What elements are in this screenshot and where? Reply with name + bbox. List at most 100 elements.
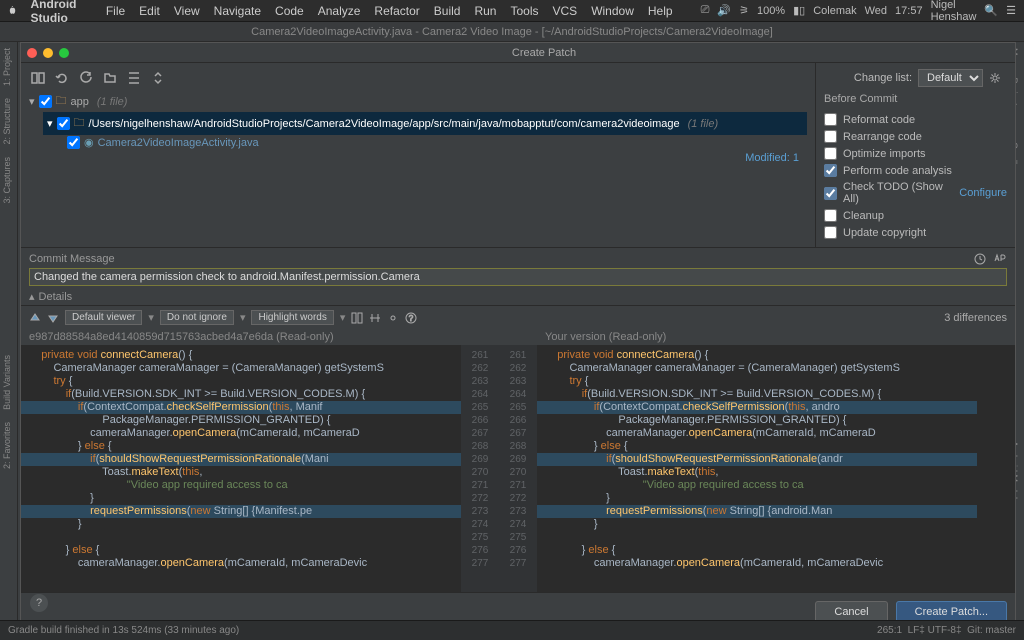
tree-path[interactable]: ▾ 🗀 /Users/nigelhenshaw/AndroidStudioPro…	[43, 112, 807, 135]
menu-window[interactable]: Window	[591, 4, 634, 18]
rail-favorites[interactable]: 2: Favorites	[0, 416, 14, 475]
change-list-select[interactable]: Default	[918, 69, 983, 87]
menu-analyze[interactable]: Analyze	[318, 4, 361, 18]
opt-analysis-label: Perform code analysis	[843, 165, 952, 177]
tree-root[interactable]: ▾ 🗀 app (1 file)	[29, 91, 807, 112]
tree-file[interactable]: ◉ Camera2VideoImageActivity.java	[67, 135, 807, 150]
menu-tools[interactable]: Tools	[510, 4, 538, 18]
keyboard-layout: Colemak	[813, 5, 856, 17]
code-line: if(Build.VERSION.SDK_INT >= Build.VERSIO…	[21, 388, 461, 401]
rail-captures[interactable]: 3: Captures	[0, 151, 14, 210]
diff-count: 3 differences	[944, 312, 1007, 324]
viewer-select[interactable]: Default viewer	[65, 310, 142, 325]
expand-icon[interactable]	[127, 71, 141, 85]
code-line: }	[537, 492, 977, 505]
code-line: cameraManager.openCamera(mCameraId, mCam…	[21, 427, 461, 440]
menu-run[interactable]: Run	[474, 4, 496, 18]
volume-icon: 🔊	[717, 4, 731, 17]
maximize-icon[interactable]	[59, 48, 69, 58]
code-line: if(shouldShowRequestPermissionRationale(…	[21, 453, 461, 466]
spellcheck-icon[interactable]	[993, 252, 1007, 266]
line-number: 277277	[461, 557, 537, 570]
line-number: 263263	[461, 375, 537, 388]
rail-build-variants[interactable]: Build Variants	[0, 349, 14, 416]
history-icon[interactable]	[973, 252, 987, 266]
help-button[interactable]: ?	[30, 594, 48, 612]
wifi-icon: ⚞	[739, 4, 749, 17]
opt-cleanup-checkbox[interactable]	[824, 209, 837, 222]
opt-analysis-checkbox[interactable]	[824, 164, 837, 177]
diff-viewer[interactable]: private void connectCamera() { CameraMan…	[21, 345, 1015, 592]
opt-todo-label: Check TODO (Show All)	[843, 181, 953, 205]
code-line: PackageManager.PERMISSION_GRANTED) {	[537, 414, 977, 427]
refresh-icon[interactable]	[79, 71, 93, 85]
opt-todo-checkbox[interactable]	[824, 187, 837, 200]
diff-left-pane: private void connectCamera() { CameraMan…	[21, 345, 461, 592]
before-commit-header: Before Commit	[824, 93, 1007, 105]
line-number: 262262	[461, 362, 537, 375]
menu-file[interactable]: File	[106, 4, 125, 18]
diff-right-header: Your version (Read-only)	[545, 331, 1007, 343]
menu-view[interactable]: View	[174, 4, 200, 18]
user-name: Nigel Henshaw	[931, 0, 977, 23]
notifications-icon[interactable]: ☰	[1006, 4, 1016, 17]
help-icon[interactable]: ?	[405, 312, 417, 324]
code-line: try {	[21, 375, 461, 388]
next-diff-icon[interactable]	[47, 312, 59, 324]
menu-refactor[interactable]: Refactor	[374, 4, 419, 18]
opt-optimize-checkbox[interactable]	[824, 147, 837, 160]
chevron-down-icon: ▾	[29, 95, 35, 108]
collapse-unchanged-icon[interactable]	[351, 312, 363, 324]
gear-icon[interactable]	[989, 72, 1001, 84]
details-toggle[interactable]: ▴Details	[21, 288, 1015, 305]
tree-root-count: (1 file)	[97, 96, 128, 108]
close-icon[interactable]	[27, 48, 37, 58]
menu-edit[interactable]: Edit	[139, 4, 160, 18]
revert-icon[interactable]	[55, 71, 69, 85]
ignore-select[interactable]: Do not ignore	[160, 310, 234, 325]
show-diff-icon[interactable]	[31, 71, 45, 85]
tree-path-checkbox[interactable]	[57, 117, 70, 130]
prev-diff-icon[interactable]	[29, 312, 41, 324]
code-line: requestPermissions(new String[] {Manifes…	[21, 505, 461, 518]
opt-copyright-checkbox[interactable]	[824, 226, 837, 239]
diff-gutter: 2612612622622632632642642652652662662672…	[461, 345, 537, 592]
opt-rearrange-checkbox[interactable]	[824, 130, 837, 143]
rail-project[interactable]: 1: Project	[0, 42, 14, 92]
diff-right-pane: private void connectCamera() { CameraMan…	[537, 345, 977, 592]
tree-file-checkbox[interactable]	[67, 136, 80, 149]
opt-reformat-label: Reformat code	[843, 114, 915, 126]
git-branch: Git: master	[967, 625, 1016, 636]
menu-navigate[interactable]: Navigate	[214, 4, 261, 18]
menu-vcs[interactable]: VCS	[553, 4, 578, 18]
minimize-icon[interactable]	[43, 48, 53, 58]
create-patch-dialog: Create Patch ▾ 🗀 app (1 file)	[20, 42, 1016, 632]
line-number: 276276	[461, 544, 537, 557]
spotlight-icon[interactable]: 🔍	[984, 4, 998, 17]
menu-help[interactable]: Help	[648, 4, 673, 18]
commit-message-input[interactable]: Changed the camera permission check to a…	[29, 268, 1007, 286]
line-number: 270270	[461, 466, 537, 479]
app-name: Android Studio	[31, 0, 92, 25]
opt-reformat-checkbox[interactable]	[824, 113, 837, 126]
group-icon[interactable]	[103, 71, 117, 85]
chevron-down-icon: ▾	[47, 117, 53, 130]
tree-root-checkbox[interactable]	[39, 95, 52, 108]
tree-file-label: Camera2VideoImageActivity.java	[98, 137, 259, 149]
dialog-title: Create Patch	[79, 47, 1009, 59]
gear-icon[interactable]	[387, 312, 399, 324]
collapse-icon[interactable]	[151, 71, 165, 85]
diff-left-header: e987d88584a8ed4140859d715763acbed4a7e6da…	[29, 331, 469, 343]
code-line: } else {	[21, 440, 461, 453]
line-number: 269269	[461, 453, 537, 466]
rail-structure[interactable]: 2: Structure	[0, 92, 14, 151]
sync-scroll-icon[interactable]	[369, 312, 381, 324]
code-line: try {	[537, 375, 977, 388]
opt-configure-link[interactable]: Configure	[959, 187, 1007, 199]
highlight-select[interactable]: Highlight words	[251, 310, 333, 325]
menu-build[interactable]: Build	[434, 4, 461, 18]
menu-code[interactable]: Code	[275, 4, 304, 18]
java-file-icon: ◉	[84, 136, 94, 149]
line-number: 274274	[461, 518, 537, 531]
macos-menubar: Android Studio File Edit View Navigate C…	[0, 0, 1024, 22]
